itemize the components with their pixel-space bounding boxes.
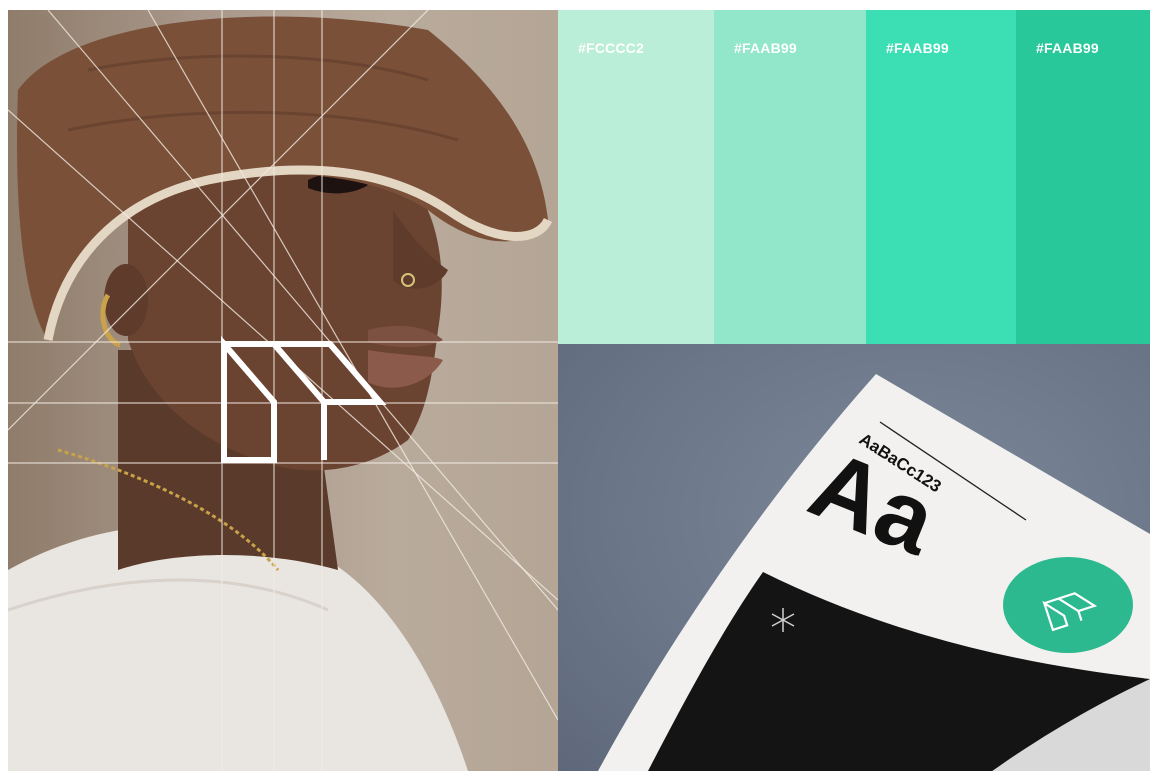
- color-swatch: #FAAB99: [866, 10, 1016, 344]
- color-swatch: #FCCCC2: [558, 10, 714, 344]
- portrait-photo: [8, 10, 558, 771]
- swatch-hex-label: #FAAB99: [1036, 40, 1099, 56]
- color-swatch: #FAAB99: [714, 10, 866, 344]
- type-specimen-panel: AaBaCc123 Aa: [558, 344, 1150, 771]
- color-palette: #FCCCC2 #FAAB99 #FAAB99 #FAAB99: [558, 10, 1150, 344]
- color-swatch: #FAAB99: [1016, 10, 1150, 344]
- swatch-hex-label: #FAAB99: [734, 40, 797, 56]
- swatch-hex-label: #FCCCC2: [578, 40, 644, 56]
- portrait-illustration: [8, 10, 558, 771]
- specimen-sheet: AaBaCc123 Aa: [598, 374, 1150, 771]
- brand-moodboard: #FCCCC2 #FAAB99 #FAAB99 #FAAB99 AaBaCc12…: [0, 0, 1150, 771]
- swatch-hex-label: #FAAB99: [886, 40, 949, 56]
